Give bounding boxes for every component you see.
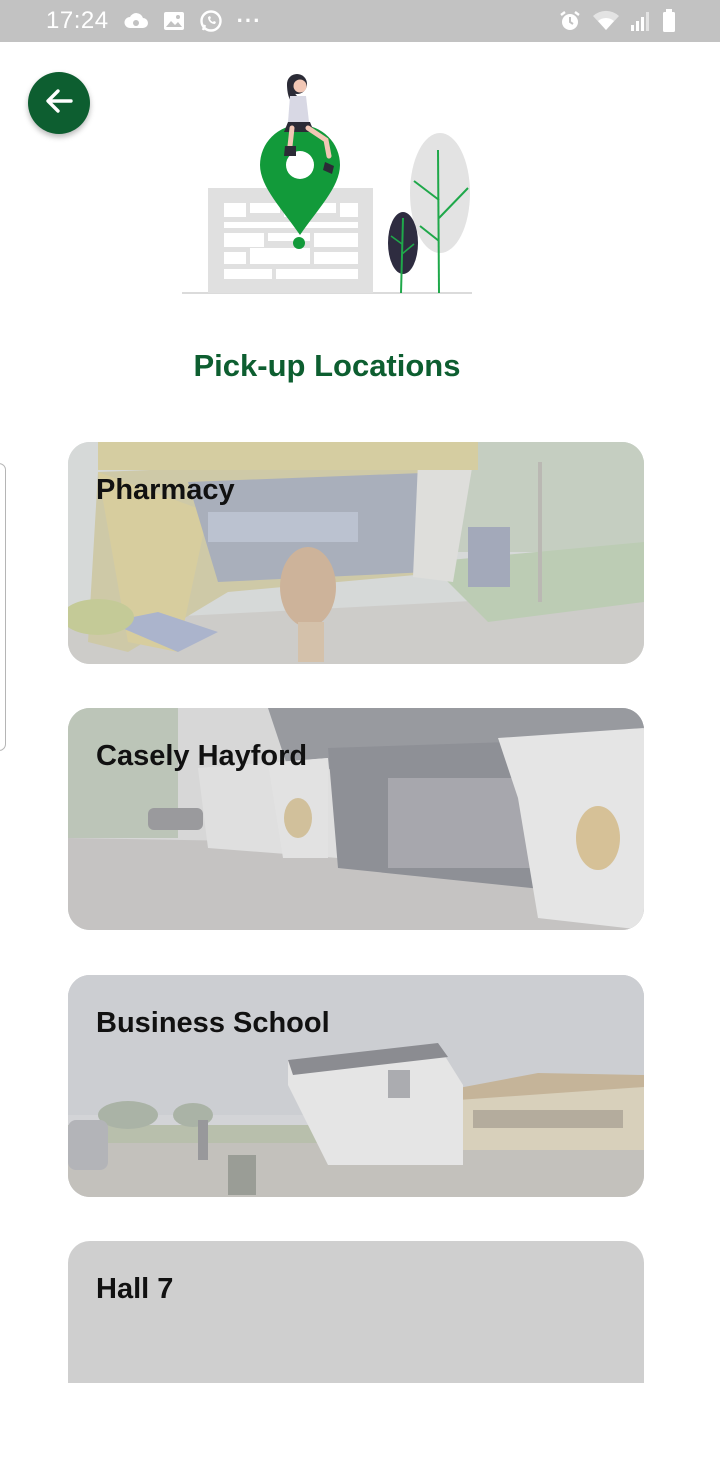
status-right (558, 9, 676, 33)
cloud-icon (123, 11, 149, 31)
location-label: Pharmacy (96, 474, 235, 506)
location-illustration (180, 66, 480, 298)
gallery-icon (163, 11, 185, 31)
location-card-hall-7[interactable]: Hall 7 (68, 1241, 644, 1383)
whatsapp-icon (199, 9, 223, 33)
battery-icon (662, 9, 676, 33)
signal-icon (630, 10, 652, 32)
wifi-icon (592, 10, 620, 32)
location-label: Casely Hayford (96, 740, 308, 772)
location-label: Hall 7 (96, 1273, 174, 1305)
back-button[interactable] (28, 72, 90, 134)
location-card-business-school[interactable]: Business School (68, 975, 644, 1197)
status-bar: 17:24 ··· (0, 0, 720, 42)
status-left: 17:24 ··· (46, 7, 262, 35)
edge-panel-handle[interactable] (0, 463, 6, 751)
more-notifications-icon: ··· (236, 8, 262, 33)
location-label: Business School (96, 1007, 330, 1039)
status-time: 17:24 (46, 7, 109, 34)
page-title: Pick-up Locations (193, 348, 461, 383)
arrow-left-icon (42, 84, 76, 123)
alarm-icon (558, 9, 582, 33)
location-card-casely-hayford[interactable]: Casely Hayford (68, 708, 644, 930)
location-card-pharmacy[interactable]: Pharmacy (68, 442, 644, 664)
